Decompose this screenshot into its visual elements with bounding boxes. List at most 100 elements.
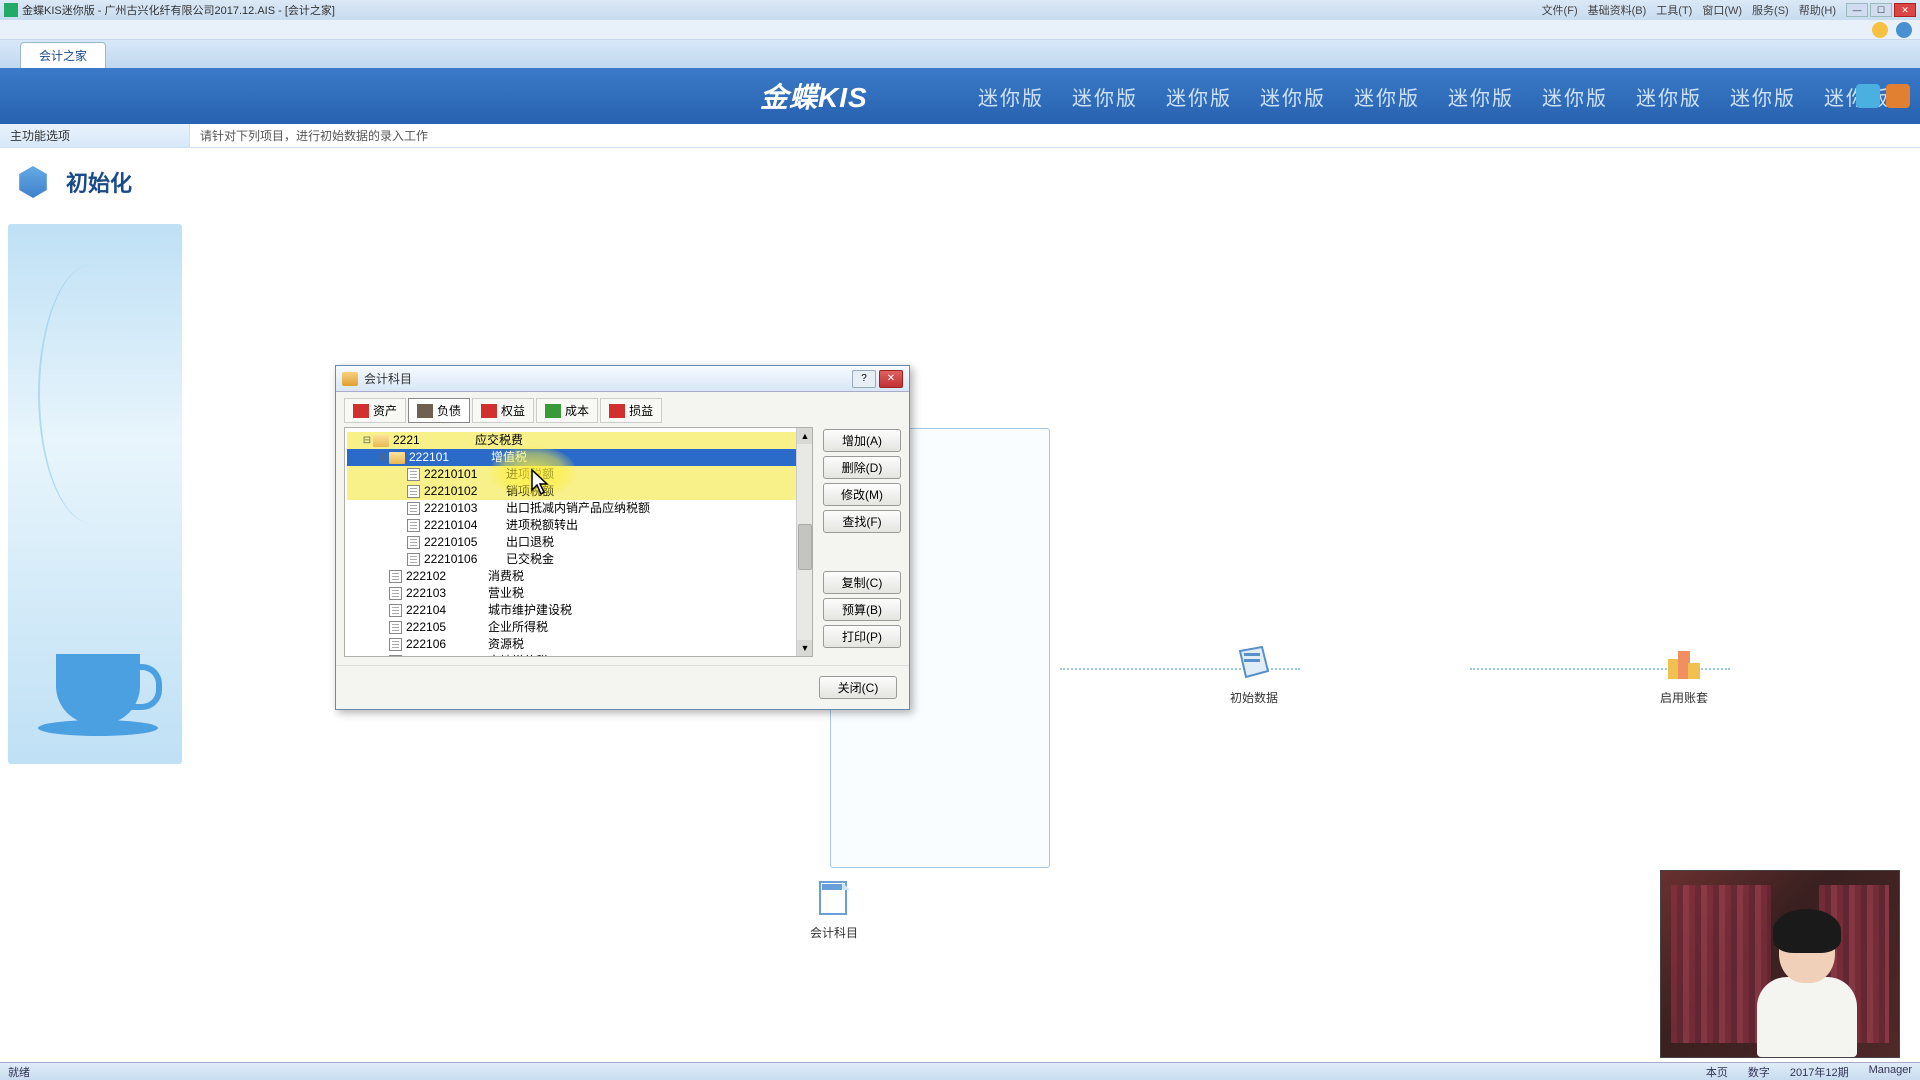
banner-mini-label: 迷你版 [1166, 82, 1232, 111]
document-icon [389, 621, 402, 634]
document-icon [407, 502, 420, 515]
tab-cost[interactable]: 成本 [536, 398, 598, 423]
close-dialog-button[interactable]: 关闭(C) [819, 676, 897, 699]
maximize-button[interactable]: ☐ [1870, 3, 1892, 17]
tree-row[interactable]: ⊟2221应交税费 [347, 432, 810, 449]
tree-row[interactable]: 222106资源税 [347, 636, 810, 653]
tree-row[interactable]: 222103营业税 [347, 585, 810, 602]
banner-mini-label: 迷你版 [1730, 82, 1796, 111]
webcam-overlay [1660, 870, 1900, 1058]
document-icon [389, 604, 402, 617]
tree-row[interactable]: 22210102销项税额 [347, 483, 810, 500]
forum-icon[interactable] [1886, 84, 1910, 108]
smile-icon[interactable] [1872, 22, 1888, 38]
menu-window[interactable]: 窗口(W) [1702, 2, 1742, 18]
tree-row[interactable]: 222107土地增值税 [347, 653, 810, 657]
close-button[interactable]: ✕ [1894, 3, 1916, 17]
cube-icon [10, 162, 56, 202]
status-ready: 就绪 [8, 1064, 30, 1080]
mdi-title-bar [0, 20, 1920, 40]
tree-row[interactable]: 222104城市维护建设税 [347, 602, 810, 619]
icon-enable-ledger[interactable]: 启用账套 [1660, 643, 1708, 706]
delete-button[interactable]: 删除(D) [823, 456, 901, 479]
tree-row[interactable]: ⊟222101增值税 [347, 449, 810, 466]
banner-mini-label: 迷你版 [1260, 82, 1326, 111]
icon-accounting-subject[interactable]: 会计科目 [810, 878, 858, 941]
tree-row[interactable]: 222102消费税 [347, 568, 810, 585]
document-icon [407, 553, 420, 566]
tree-row[interactable]: 222105企业所得税 [347, 619, 810, 636]
icon-label: 启用账套 [1660, 689, 1708, 706]
banner-mini-label: 迷你版 [1072, 82, 1138, 111]
document-icon [407, 468, 420, 481]
tab-equity[interactable]: 权益 [472, 398, 534, 423]
window-title: 金蝶KIS迷你版 - 广州古兴化纤有限公司2017.12.AIS - [会计之家… [22, 2, 1542, 18]
tree-row[interactable]: 22210106已交税金 [347, 551, 810, 568]
status-num: 数字 [1748, 1064, 1770, 1080]
document-icon [407, 485, 420, 498]
find-button[interactable]: 查找(F) [823, 510, 901, 533]
info-icon[interactable] [1896, 22, 1912, 38]
keyboard-icon [417, 404, 433, 418]
document-icon [389, 587, 402, 600]
document-icon [389, 655, 402, 657]
folder-icon [373, 435, 389, 447]
tab-profitloss[interactable]: 损益 [600, 398, 662, 423]
workspace-tabs: 会计之家 [0, 40, 1920, 68]
window-title-bar: 金蝶KIS迷你版 - 广州古兴化纤有限公司2017.12.AIS - [会计之家… [0, 0, 1920, 20]
globe-icon[interactable] [1856, 84, 1880, 108]
tree-scrollbar[interactable]: ▲ ▼ [796, 428, 812, 656]
dialog-title: 会计科目 [364, 370, 849, 387]
sidebar: 初始化 [0, 148, 190, 1062]
icon-label: 会计科目 [810, 924, 858, 941]
function-panel-label: 主功能选项 [0, 124, 190, 147]
banner-mini-label: 迷你版 [1542, 82, 1608, 111]
banner-mini-label: 迷你版 [1354, 82, 1420, 111]
print-button[interactable]: 打印(P) [823, 625, 901, 648]
folder-icon [389, 452, 405, 464]
budget-button[interactable]: 预算(B) [823, 598, 901, 621]
tree-row[interactable]: 22210104进项税额转出 [347, 517, 810, 534]
copy-button[interactable]: 复制(C) [823, 571, 901, 594]
tree-row[interactable]: 22210103出口抵减内销产品应纳税额 [347, 500, 810, 517]
dialog-title-bar[interactable]: 会计科目 ? ✕ [336, 366, 909, 392]
tab-home[interactable]: 会计之家 [20, 42, 106, 68]
scroll-up-icon[interactable]: ▲ [797, 428, 813, 444]
tab-liability[interactable]: 负债 [408, 398, 470, 423]
subject-tree[interactable]: ⊟2221应交税费⊟222101增值税22210101进项税额22210102销… [344, 427, 813, 657]
status-page: 本页 [1706, 1064, 1728, 1080]
car-icon [353, 404, 369, 418]
menu-tools[interactable]: 工具(T) [1656, 2, 1692, 18]
icon-initial-data[interactable]: 初始数据 [1230, 643, 1278, 706]
content-area: 初始化 会计科目 初始数据 启用账套 [0, 148, 1920, 1062]
brand-banner: 金蝶KIS 迷你版迷你版迷你版迷你版迷你版迷你版迷你版迷你版迷你版迷你版 [0, 68, 1920, 124]
window-controls: — ☐ ✕ [1844, 3, 1916, 17]
dialog-close-button[interactable]: ✕ [879, 370, 903, 388]
minimize-button[interactable]: — [1846, 3, 1868, 17]
status-period: 2017年12期 [1790, 1064, 1849, 1080]
hint-text: 请针对下列项目，进行初始数据的录入工作 [190, 127, 428, 144]
tree-row[interactable]: 22210105出口退税 [347, 534, 810, 551]
accounting-subject-dialog: 会计科目 ? ✕ 资产 负债 权益 成本 损益 ⊟2221应交税费⊟222101… [335, 365, 910, 710]
menu-basedata[interactable]: 基础资料(B) [1588, 2, 1647, 18]
flag-icon [481, 404, 497, 418]
scroll-thumb[interactable] [798, 524, 812, 570]
status-user: Manager [1869, 1064, 1912, 1080]
info-row: 主功能选项 请针对下列项目，进行初始数据的录入工作 [0, 124, 1920, 148]
tree-row[interactable]: 22210101进项税额 [347, 466, 810, 483]
banner-mini-label: 迷你版 [1636, 82, 1702, 111]
dialog-help-button[interactable]: ? [852, 370, 876, 388]
banner-mini-label: 迷你版 [978, 82, 1044, 111]
tab-asset[interactable]: 资产 [344, 398, 406, 423]
modify-button[interactable]: 修改(M) [823, 483, 901, 506]
document-icon [389, 638, 402, 651]
status-bar: 就绪 本页 数字 2017年12期 Manager [0, 1062, 1920, 1080]
scroll-down-icon[interactable]: ▼ [797, 640, 813, 656]
add-button[interactable]: 增加(A) [823, 429, 901, 452]
decorative-panel [8, 224, 182, 764]
menu-help[interactable]: 帮助(H) [1799, 2, 1836, 18]
document-icon [407, 519, 420, 532]
menu-service[interactable]: 服务(S) [1752, 2, 1789, 18]
menu-file[interactable]: 文件(F) [1542, 2, 1578, 18]
dialog-button-column: 增加(A) 删除(D) 修改(M) 查找(F) 复制(C) 预算(B) 打印(P… [823, 427, 901, 657]
